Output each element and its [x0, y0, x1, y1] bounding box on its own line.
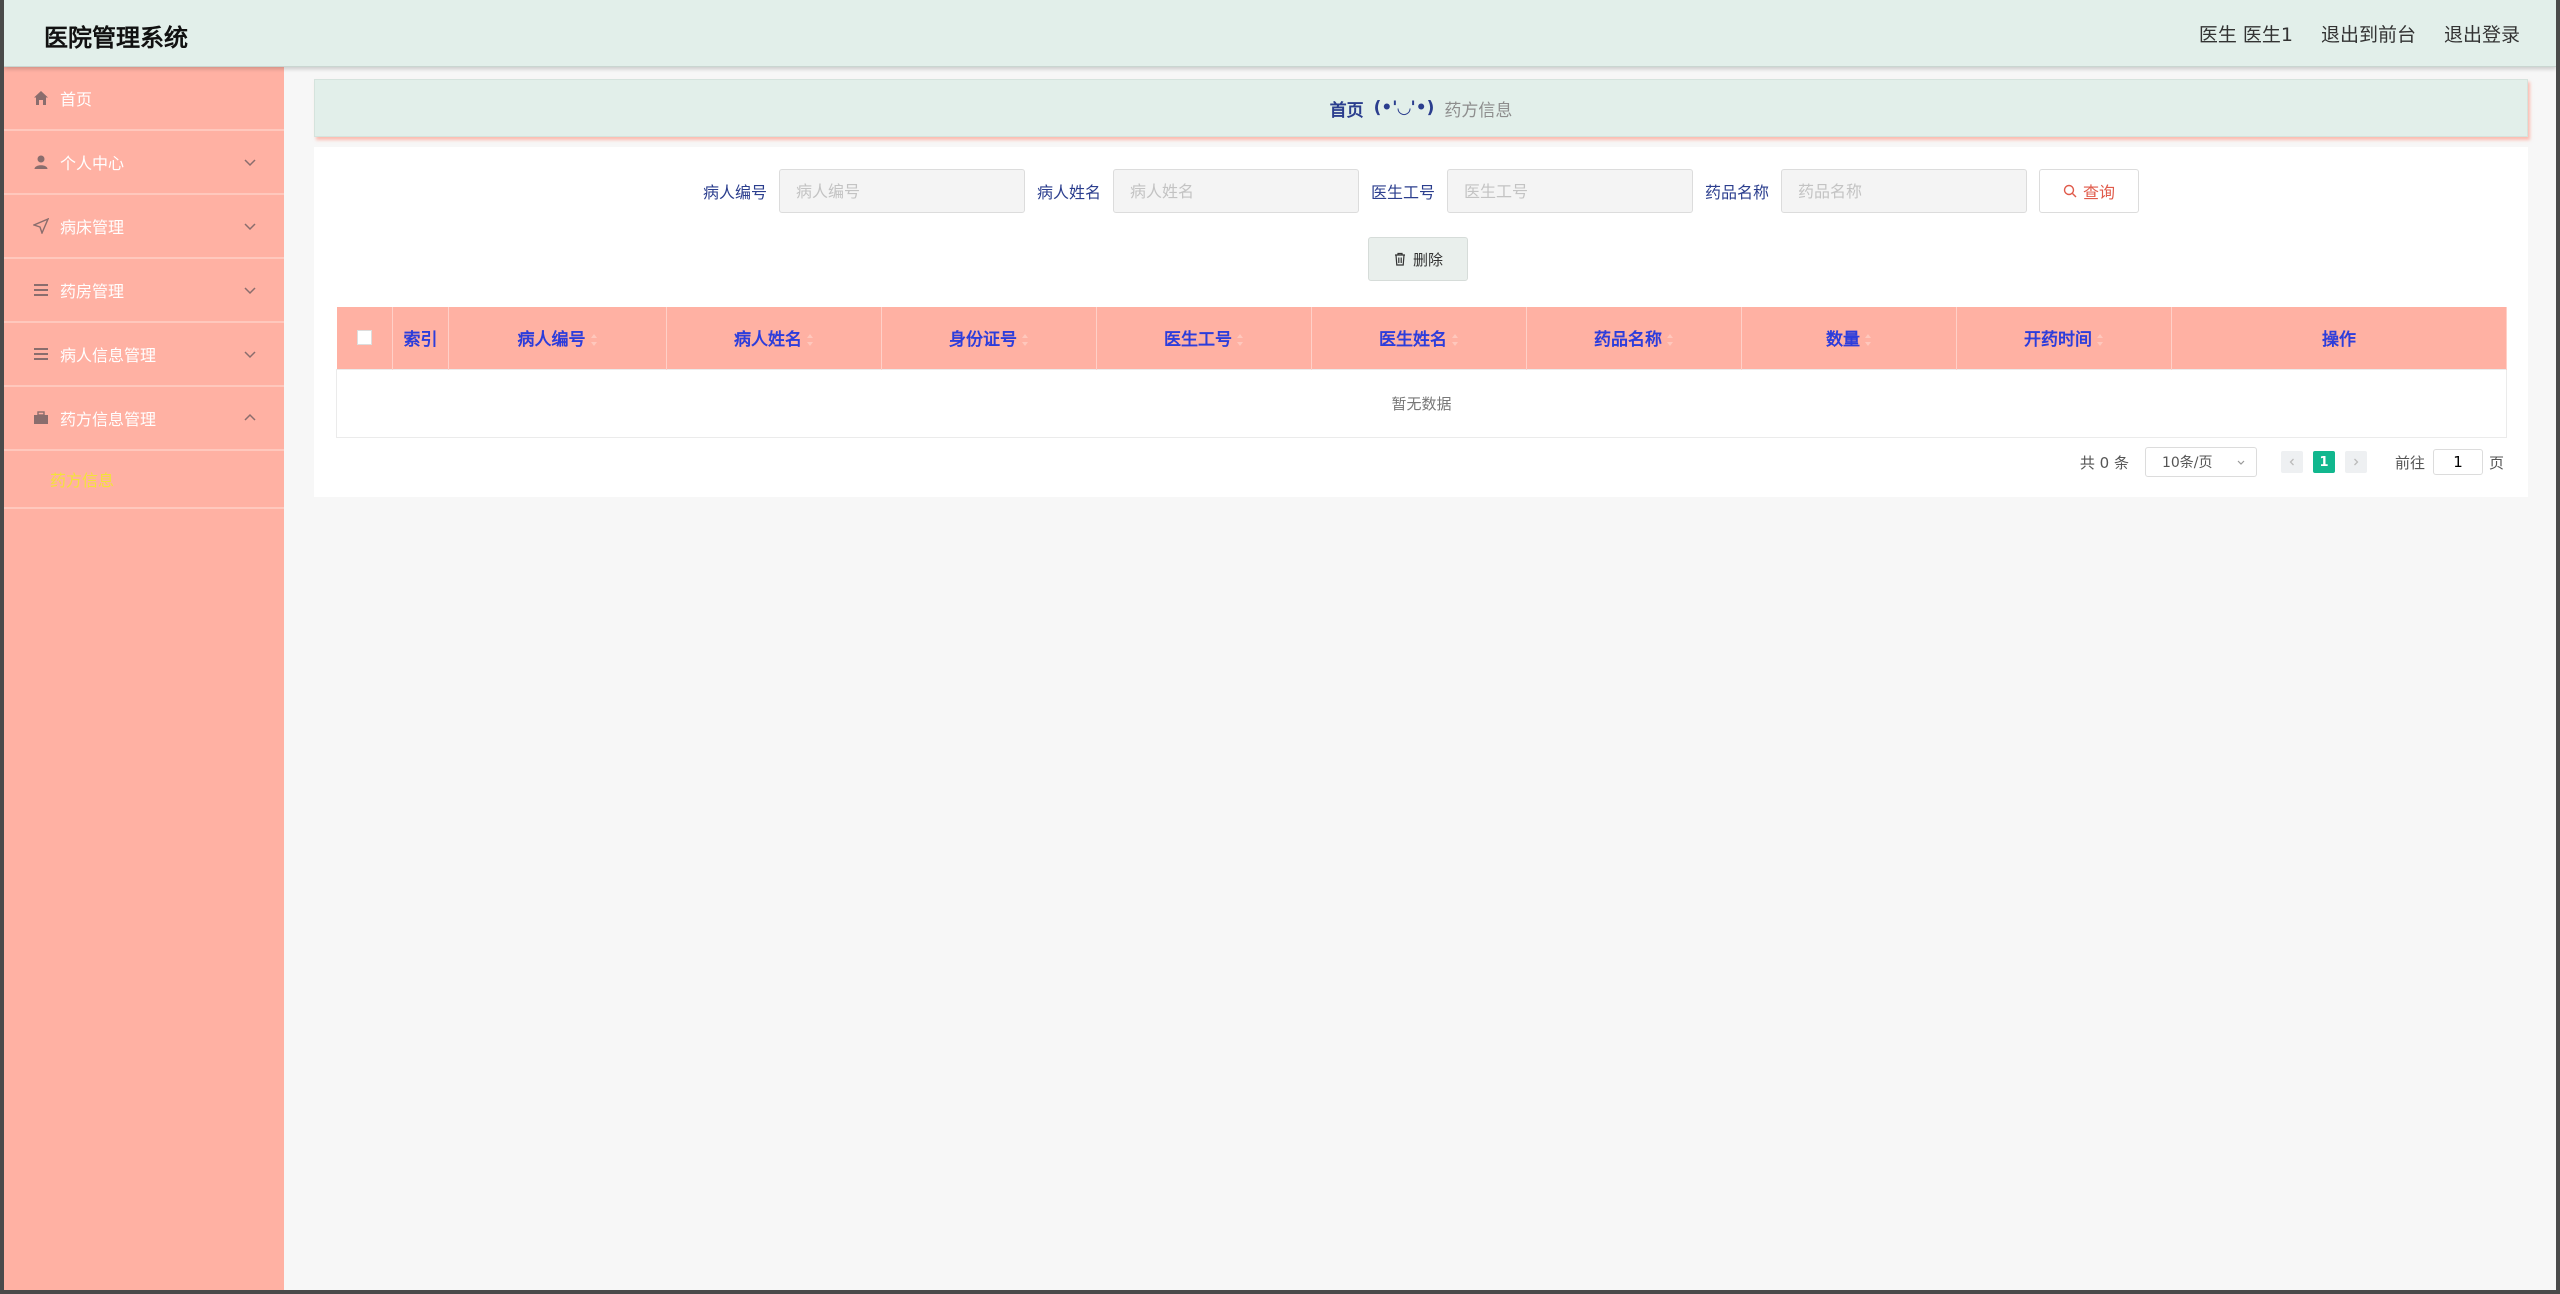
app-title: 医院管理系统: [44, 24, 188, 52]
sidebar-item-pharmacy-management[interactable]: 药房管理: [4, 259, 284, 323]
select-all-checkbox[interactable]: [356, 330, 372, 346]
pagination: 共 0 条 10条/页 1 前往 页: [2080, 447, 2504, 477]
column-header-id-number[interactable]: 身份证号: [881, 307, 1097, 369]
drug-name-input[interactable]: [1781, 169, 2028, 213]
query-button-label: 查询: [2083, 183, 2116, 202]
chevron-down-icon: [244, 287, 256, 295]
delete-button[interactable]: 删除: [1368, 237, 1468, 281]
column-header-index: 索引: [392, 307, 449, 369]
query-button[interactable]: 查询: [2039, 169, 2140, 213]
goto-page-input[interactable]: [2432, 449, 2483, 475]
table-empty-row: 暂无数据: [336, 368, 2507, 438]
sidebar-item-label: 病床管理: [60, 218, 125, 237]
column-header-doctor-name[interactable]: 医生姓名: [1311, 307, 1527, 369]
sidebar-subitem-prescription-info[interactable]: 药方信息: [4, 451, 284, 509]
column-header-drug-name[interactable]: 药品名称: [1526, 307, 1742, 369]
doctor-no-input[interactable]: [1447, 169, 1694, 213]
chevron-left-icon: [2289, 458, 2294, 466]
menu-icon: [32, 345, 50, 363]
breadcrumb: 首页 (•'◡'•) 药方信息: [314, 79, 2528, 137]
app-window: 医院管理系统 医生 医生1 退出到前台 退出登录 首页 个人中心 病床管理 药房…: [4, 0, 2556, 1290]
sidebar-item-home[interactable]: 首页: [4, 67, 284, 131]
sidebar-item-label: 个人中心: [60, 154, 125, 173]
select-all-header: [336, 307, 393, 369]
column-header-actions: 操作: [2171, 307, 2507, 369]
chevron-right-icon: [2354, 458, 2359, 466]
sidebar-item-label: 药方信息管理: [60, 410, 157, 429]
search-form: 病人编号 病人姓名 医生工号 药品名称 查询: [314, 169, 2528, 213]
content-panel: 病人编号 病人姓名 医生工号 药品名称 查询 删除: [314, 147, 2528, 497]
page-size-select[interactable]: 10条/页: [2144, 447, 2257, 477]
patient-name-label: 病人姓名: [1036, 183, 1101, 202]
doctor-no-label: 医生工号: [1371, 183, 1436, 202]
breadcrumb-separator: (•'◡'•): [1373, 98, 1435, 118]
chevron-down-icon: [244, 223, 256, 231]
trash-icon: [1394, 252, 1405, 266]
search-icon: [2063, 184, 2077, 198]
sort-icon: [590, 334, 597, 347]
main-content: 首页 (•'◡'•) 药方信息 病人编号 病人姓名 医生工号 药品名称 查询: [284, 67, 2556, 1290]
briefcase-icon: [32, 409, 50, 427]
sort-icon: [1237, 334, 1243, 347]
sidebar-item-label: 药房管理: [60, 282, 125, 301]
menu-icon: [32, 281, 50, 299]
home-icon: [32, 89, 50, 107]
patient-name-input[interactable]: [1113, 169, 1359, 213]
table-header-row: 索引 病人编号 病人姓名 身份证号 医生工号 医生姓名 药品名称 数量 开药时间…: [336, 307, 2507, 369]
pagination-total: 共 0 条: [2079, 453, 2129, 472]
header-actions: 医生 医生1 退出到前台 退出登录: [2199, 20, 2520, 47]
column-header-quantity[interactable]: 数量: [1741, 307, 1957, 369]
sort-icon: [2097, 334, 2103, 347]
page-size-value: 10条/页: [2161, 455, 2213, 471]
sort-icon: [1667, 334, 1673, 347]
page-number-button[interactable]: 1: [2312, 451, 2335, 473]
sidebar-item-personal-center[interactable]: 个人中心: [4, 131, 284, 195]
sort-icon: [1452, 334, 1458, 347]
current-user-label: 医生 医生1: [2198, 24, 2293, 46]
column-header-prescribe-time[interactable]: 开药时间: [1956, 307, 2172, 369]
patient-no-label: 病人编号: [702, 183, 767, 202]
drug-name-label: 药品名称: [1705, 183, 1770, 202]
chevron-down-icon: [244, 351, 256, 359]
prev-page-button[interactable]: [2280, 451, 2303, 473]
sort-icon: [1022, 334, 1028, 347]
send-icon: [32, 217, 50, 235]
patient-no-input[interactable]: [778, 169, 1025, 213]
column-header-patient-name[interactable]: 病人姓名: [666, 307, 882, 369]
user-icon: [32, 153, 50, 171]
column-header-doctor-no[interactable]: 医生工号: [1096, 307, 1312, 369]
sidebar-item-bed-management[interactable]: 病床管理: [4, 195, 284, 259]
chevron-down-icon: [244, 159, 256, 167]
column-header-patient-no[interactable]: 病人编号: [448, 307, 667, 369]
breadcrumb-current: 药方信息: [1444, 100, 1513, 121]
page-suffix-label: 页: [2488, 453, 2504, 472]
logout-link[interactable]: 退出登录: [2444, 20, 2520, 47]
next-page-button[interactable]: [2344, 451, 2367, 473]
sidebar: 首页 个人中心 病床管理 药房管理 病人信息管理 药方信息管理 药方信息: [4, 67, 284, 1290]
empty-state-text: 暂无数据: [336, 368, 2507, 438]
top-header: 医院管理系统 医生 医生1 退出到前台 退出登录: [4, 0, 2556, 67]
sidebar-item-prescription-management[interactable]: 药方信息管理: [4, 387, 284, 451]
sort-icon: [1865, 334, 1871, 347]
sidebar-item-label: 病人信息管理: [60, 346, 157, 365]
sort-icon: [807, 334, 813, 347]
chevron-down-icon: [2237, 460, 2245, 465]
delete-button-label: 删除: [1412, 250, 1443, 269]
chevron-up-icon: [244, 413, 256, 421]
prescription-table: 索引 病人编号 病人姓名 身份证号 医生工号 医生姓名 药品名称 数量 开药时间…: [336, 307, 2507, 438]
breadcrumb-home[interactable]: 首页: [1330, 96, 1364, 121]
sidebar-item-label: 首页: [60, 90, 93, 109]
exit-to-front-link[interactable]: 退出到前台: [2321, 20, 2416, 47]
goto-label: 前往: [2394, 453, 2425, 472]
sidebar-item-patient-info-management[interactable]: 病人信息管理: [4, 323, 284, 387]
